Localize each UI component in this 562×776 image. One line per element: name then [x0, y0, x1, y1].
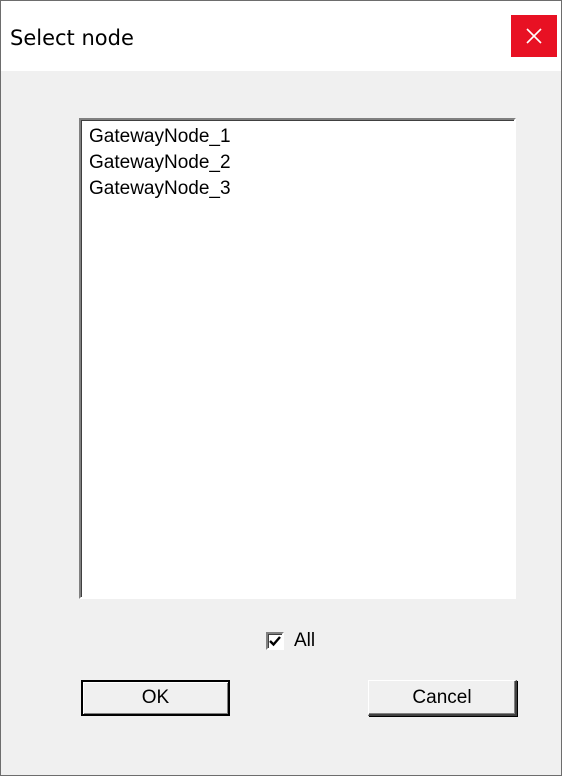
title-bar[interactable]: Select node — [1, 1, 561, 71]
select-node-dialog: Select node GatewayNode_1 GatewayNode_2 … — [0, 0, 562, 776]
list-item[interactable]: GatewayNode_3 — [81, 176, 514, 202]
all-checkbox-label: All — [294, 630, 316, 651]
list-item[interactable]: GatewayNode_2 — [81, 150, 514, 176]
cancel-button[interactable]: Cancel — [368, 680, 517, 716]
checkmark-icon — [269, 636, 281, 647]
node-listbox[interactable]: GatewayNode_1 GatewayNode_2 GatewayNode_… — [79, 118, 516, 599]
all-checkbox-row[interactable]: All — [266, 629, 315, 653]
close-button[interactable] — [511, 15, 557, 57]
ok-button[interactable]: OK — [81, 680, 230, 716]
close-icon — [526, 28, 542, 44]
list-item[interactable]: GatewayNode_1 — [81, 124, 514, 150]
dialog-title: Select node — [10, 26, 134, 50]
all-checkbox[interactable] — [266, 632, 284, 650]
